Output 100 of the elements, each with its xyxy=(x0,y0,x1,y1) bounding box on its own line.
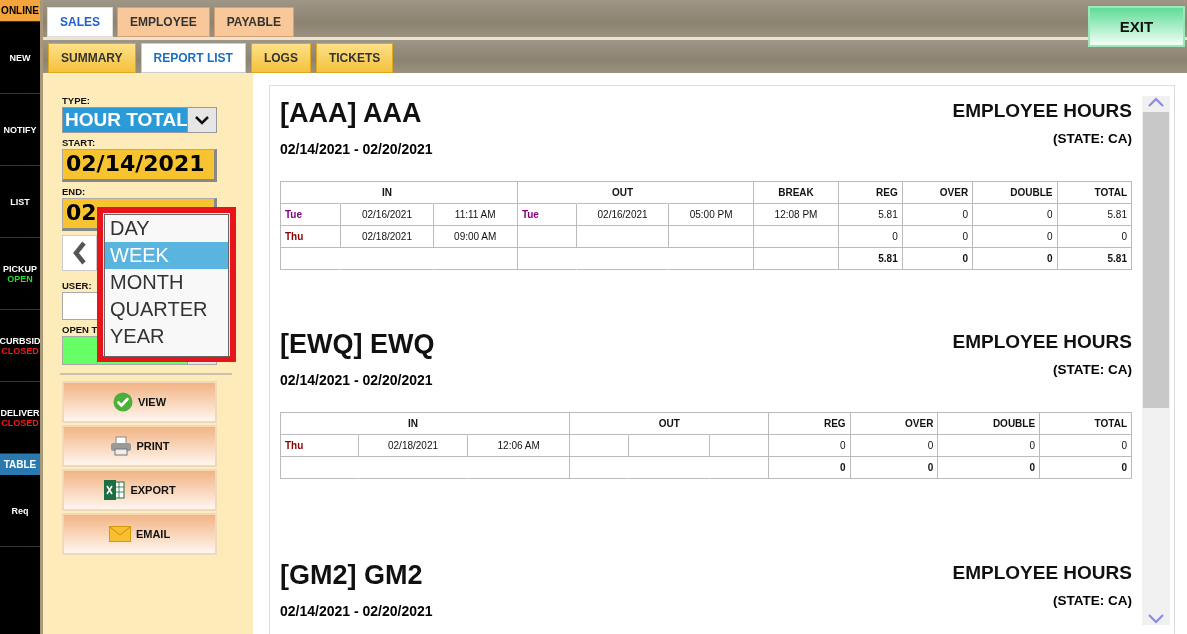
table-cell: 0 xyxy=(938,457,1041,479)
tab[interactable]: SUMMARY xyxy=(48,43,136,73)
tab[interactable]: SALES xyxy=(47,7,113,37)
status-label: CLOSED xyxy=(1,417,39,428)
field-label: USER: xyxy=(62,280,92,291)
menu-item[interactable]: QUARTER xyxy=(105,296,228,323)
table-cell: 5.81 xyxy=(1057,248,1132,270)
table-cell: 09:00 AM xyxy=(433,226,518,248)
sidebar-item[interactable]: TABLE xyxy=(0,454,40,475)
report-heading: EMPLOYEE HOURS xyxy=(952,562,1132,584)
empty-cell xyxy=(570,435,630,457)
printer-icon xyxy=(109,436,132,456)
state-label: (STATE: CA) xyxy=(1053,362,1132,379)
date-range: 02/14/2021 - 02/20/2021 xyxy=(280,141,433,157)
column-header: DOUBLE xyxy=(973,182,1058,204)
table-cell: 0 xyxy=(850,435,939,457)
table-cell: 02/16/2021 xyxy=(577,204,670,226)
column-header: OVER xyxy=(902,182,974,204)
table-cell: 0 xyxy=(902,226,974,248)
check-icon xyxy=(112,392,133,412)
employee-title: [GM2] GM2 xyxy=(280,560,423,591)
sidebar-item[interactable]: ONLINE xyxy=(0,0,40,22)
tab[interactable]: TICKETS xyxy=(315,43,394,73)
table-cell: 0 xyxy=(769,457,851,479)
exit-button[interactable]: EXIT xyxy=(1088,6,1185,47)
tab[interactable]: LOGS xyxy=(250,43,311,73)
action-button[interactable]: PRINT xyxy=(62,425,217,467)
table-cell: 12:06 AM xyxy=(468,435,570,457)
state-label: (STATE: CA) xyxy=(1053,131,1132,148)
tab[interactable]: PAYABLE xyxy=(213,7,294,37)
status-label: CLOSED xyxy=(1,345,39,356)
day-cell: Tue xyxy=(281,204,342,226)
table-cell: 02/18/2021 xyxy=(358,435,469,457)
chevron-down-icon xyxy=(194,115,210,125)
table-cell: 0 xyxy=(902,248,974,270)
report-heading: EMPLOYEE HOURS xyxy=(952,331,1132,353)
report-heading: EMPLOYEE HOURS xyxy=(952,100,1132,122)
employee-title: [EWQ] EWQ xyxy=(280,329,435,360)
field-label: OPEN T xyxy=(62,324,98,335)
sidebar-item[interactable]: DELIVER xyxy=(0,407,40,418)
column-header: BREAK xyxy=(754,182,839,204)
employee-title: [AAA] AAA xyxy=(280,98,422,129)
column-header: TOTAL xyxy=(1057,182,1132,204)
menu-item[interactable]: YEAR xyxy=(105,323,228,350)
table-cell: 5.81 xyxy=(838,204,903,226)
empty-cell xyxy=(710,457,770,479)
menu-item[interactable]: MONTH xyxy=(105,269,228,296)
table-cell: 5.81 xyxy=(1057,204,1132,226)
table-cell: 5.81 xyxy=(838,248,903,270)
table-cell: 0 xyxy=(938,435,1041,457)
date-range: 02/14/2021 - 02/20/2021 xyxy=(280,603,433,619)
table-cell: 0 xyxy=(838,226,903,248)
table-cell: 0 xyxy=(902,204,974,226)
field-label: TYPE: xyxy=(62,95,90,106)
envelope-icon xyxy=(108,526,131,542)
day-cell: Thu xyxy=(281,435,359,457)
table-cell: 0 xyxy=(1040,457,1132,479)
table-cell: 0 xyxy=(1040,435,1132,457)
date-field[interactable]: 02/14/2021 xyxy=(62,149,217,182)
sidebar-item[interactable]: CURBSID xyxy=(0,335,41,346)
action-button[interactable]: EMAIL xyxy=(62,513,217,555)
back-button[interactable] xyxy=(62,235,97,271)
column-header: OVER xyxy=(850,413,939,435)
empty-cell xyxy=(517,226,577,248)
day-cell: Tue xyxy=(517,204,577,226)
table-cell: 0 xyxy=(973,226,1058,248)
action-button[interactable]: VIEW xyxy=(62,381,217,423)
empty-cell xyxy=(710,435,770,457)
day-cell: Thu xyxy=(281,226,342,248)
table-cell: 0 xyxy=(973,248,1058,270)
scroll-down-icon[interactable] xyxy=(1147,613,1165,625)
scrollbar-thumb[interactable] xyxy=(1143,112,1169,408)
table-cell: 11:11 AM xyxy=(433,204,518,226)
column-header: IN xyxy=(341,182,434,204)
table-cell: 0 xyxy=(973,204,1058,226)
tab[interactable]: REPORT LIST xyxy=(140,43,246,73)
column-header: OUT xyxy=(629,413,711,435)
scroll-up-icon[interactable] xyxy=(1147,96,1165,108)
spreadsheet-icon xyxy=(103,479,126,501)
status-label: OPEN xyxy=(7,273,33,284)
table-cell: 0 xyxy=(850,457,939,479)
column-header: IN xyxy=(358,413,469,435)
date-range: 02/14/2021 - 02/20/2021 xyxy=(280,372,433,388)
sidebar-item[interactable]: PICKUP xyxy=(3,263,37,274)
table-cell: 0 xyxy=(769,435,851,457)
column-header: DOUBLE xyxy=(938,413,1041,435)
action-button[interactable]: EXPORT xyxy=(62,469,217,511)
table-cell: 02/16/2021 xyxy=(341,204,434,226)
menu-item[interactable]: DAY xyxy=(105,215,228,242)
field-label: START: xyxy=(62,137,96,148)
field-label: END: xyxy=(62,186,86,197)
table-cell: 05:00 PM xyxy=(669,204,755,226)
tab[interactable]: EMPLOYEE xyxy=(117,7,210,37)
table-cell: 12:08 PM xyxy=(754,204,839,226)
state-label: (STATE: CA) xyxy=(1053,593,1132,610)
table-cell: 02/18/2021 xyxy=(341,226,434,248)
column-header: TOTAL xyxy=(1040,413,1132,435)
column-header: REG xyxy=(769,413,851,435)
column-header: REG xyxy=(838,182,903,204)
column-header: OUT xyxy=(577,182,670,204)
